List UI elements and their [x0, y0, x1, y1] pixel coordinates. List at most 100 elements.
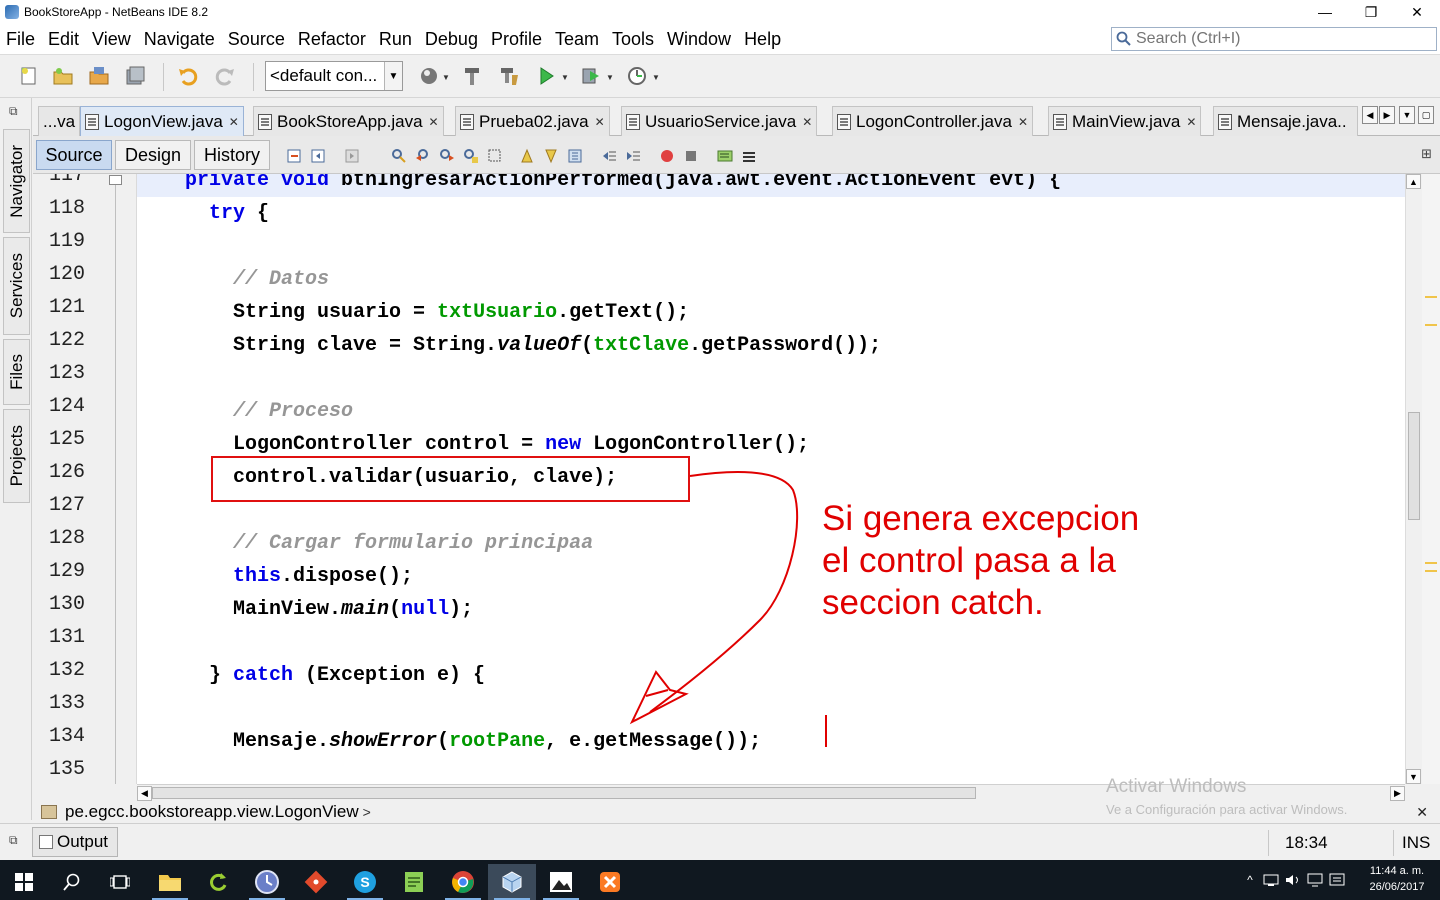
code-line[interactable]: // Proceso [137, 395, 353, 428]
side-tab-navigator[interactable]: Navigator [3, 129, 30, 233]
history-view-button[interactable]: History [194, 140, 270, 170]
search-icon[interactable] [48, 864, 96, 900]
menu-navigate[interactable]: Navigate [138, 29, 221, 50]
scroll-tabs-right-icon[interactable]: ▶ [1379, 106, 1395, 124]
profile-icon[interactable] [624, 63, 650, 89]
close-icon[interactable]: ✕ [802, 115, 812, 129]
menu-view[interactable]: View [86, 29, 137, 50]
notifications-icon[interactable] [1326, 873, 1348, 887]
code-line[interactable]: // Cargar formulario principaa [137, 527, 593, 560]
find-next-icon[interactable] [439, 148, 455, 164]
undo-icon[interactable] [175, 63, 201, 89]
scroll-left-icon[interactable]: ◀ [137, 786, 152, 801]
side-tab-projects[interactable]: Projects [3, 409, 30, 503]
tab-prueba02[interactable]: Prueba02.java ✕ [455, 106, 610, 136]
code-line[interactable]: String usuario = txtUsuario.getText(); [137, 296, 689, 329]
scroll-tabs-left-icon[interactable]: ◀ [1362, 106, 1378, 124]
code-line[interactable]: this.dispose(); [137, 560, 413, 593]
split-editor-icon[interactable]: ⊞ [1421, 146, 1432, 162]
network-icon[interactable] [1260, 873, 1282, 887]
find-previous-icon[interactable] [415, 148, 431, 164]
shift-right-icon[interactable] [625, 148, 641, 164]
build-hammer-icon[interactable] [459, 63, 485, 89]
skype-icon[interactable]: S [341, 864, 389, 900]
close-icon[interactable]: ✕ [595, 115, 605, 129]
clock-app-icon[interactable] [243, 864, 291, 900]
chrome-icon[interactable] [439, 864, 487, 900]
maximize-window-icon[interactable]: ▢ [1418, 106, 1434, 124]
run-icon[interactable] [533, 63, 559, 89]
menu-profile[interactable]: Profile [485, 29, 548, 50]
breadcrumb-path[interactable]: pe.egcc.bookstoreapp.view.LogonView [65, 802, 359, 822]
globe-icon[interactable] [416, 63, 442, 89]
toggle-highlight-icon[interactable] [463, 148, 479, 164]
chevron-right-icon[interactable]: > [363, 804, 371, 820]
vertical-scroll-thumb[interactable] [1408, 412, 1420, 520]
warning-mark[interactable] [1425, 296, 1437, 298]
close-breadcrumb-button[interactable]: ✕ [1416, 804, 1428, 821]
tab-usuarioservice[interactable]: UsuarioService.java ✕ [621, 106, 818, 136]
menu-source[interactable]: Source [222, 29, 291, 50]
chevron-up-icon[interactable]: ^ [1240, 873, 1260, 887]
notepad-icon[interactable] [390, 864, 438, 900]
tab-mainview[interactable]: MainView.java ✕ [1048, 106, 1202, 136]
code-line[interactable]: // Datos [137, 263, 329, 296]
menu-debug[interactable]: Debug [419, 29, 484, 50]
code-line[interactable]: try { [137, 197, 269, 230]
save-all-icon[interactable] [122, 63, 148, 89]
chevron-down-icon[interactable]: ▼ [561, 73, 569, 82]
warning-mark[interactable] [1425, 562, 1437, 564]
tab-mensaje[interactable]: Mensaje.java.. [1213, 106, 1358, 136]
menu-window[interactable]: Window [661, 29, 737, 50]
menu-run[interactable]: Run [373, 29, 418, 50]
warning-mark[interactable] [1425, 570, 1437, 572]
code-line[interactable]: Mensaje.showError(rootPane, e.getMessage… [137, 725, 761, 758]
config-dropdown[interactable]: <default con... ▼ [265, 61, 403, 91]
start-icon[interactable] [0, 864, 48, 900]
source-view-button[interactable]: Source [36, 140, 112, 170]
redo-icon[interactable] [212, 63, 238, 89]
restore-output-group-icon[interactable]: ⧉ [9, 833, 18, 848]
code-line[interactable]: MainView.main(null); [137, 593, 473, 626]
clean-build-icon[interactable] [496, 63, 522, 89]
debug-icon[interactable] [578, 63, 604, 89]
shift-left-icon[interactable] [601, 148, 617, 164]
tab-logoncontroller[interactable]: LogonController.java ✕ [832, 106, 1034, 136]
taskbar-clock[interactable]: 11:44 a. m. 26/06/2017 [1364, 863, 1430, 895]
close-icon[interactable]: ✕ [429, 115, 439, 129]
warning-mark[interactable] [1425, 324, 1437, 326]
photos-icon[interactable] [537, 864, 585, 900]
menu-refactor[interactable]: Refactor [292, 29, 372, 50]
uncomment-icon[interactable] [741, 148, 757, 164]
comment-icon[interactable] [717, 148, 733, 164]
chevron-down-icon[interactable]: ▼ [442, 73, 450, 82]
start-macro-recording-icon[interactable] [659, 148, 675, 164]
close-icon[interactable]: ✕ [229, 115, 239, 129]
search-input[interactable] [1136, 30, 1426, 48]
menu-tools[interactable]: Tools [606, 29, 660, 50]
last-edit-icon[interactable] [287, 148, 303, 164]
file-explorer-icon[interactable] [146, 864, 194, 900]
menu-team[interactable]: Team [549, 29, 605, 50]
menu-edit[interactable]: Edit [42, 29, 85, 50]
chevron-down-icon[interactable]: ▼ [384, 62, 402, 90]
horizontal-scroll-thumb[interactable] [152, 787, 976, 799]
code-line[interactable]: } catch (Exception e) { [137, 659, 485, 692]
task-view-icon[interactable] [96, 864, 144, 900]
forward-icon[interactable] [345, 148, 361, 164]
close-icon[interactable]: ✕ [1018, 115, 1028, 129]
netbeans-icon[interactable] [488, 864, 536, 900]
restore-button[interactable]: ❐ [1348, 0, 1394, 24]
menu-file[interactable]: File [0, 29, 41, 50]
show-opened-documents-icon[interactable]: ▼ [1399, 106, 1415, 124]
tab-logonview[interactable]: LogonView.java ✕ [80, 106, 244, 136]
output-tab[interactable]: Output [32, 827, 118, 857]
refresh-app-icon[interactable] [194, 864, 242, 900]
close-window-button[interactable]: ✕ [1394, 0, 1440, 24]
stop-macro-recording-icon[interactable] [683, 148, 699, 164]
find-selection-icon[interactable] [391, 148, 407, 164]
tab-hidden-java[interactable]: ...va [38, 106, 81, 136]
error-stripe[interactable] [1422, 174, 1440, 784]
insert-mode[interactable]: INS [1402, 833, 1430, 853]
chevron-down-icon[interactable]: ▼ [652, 73, 660, 82]
